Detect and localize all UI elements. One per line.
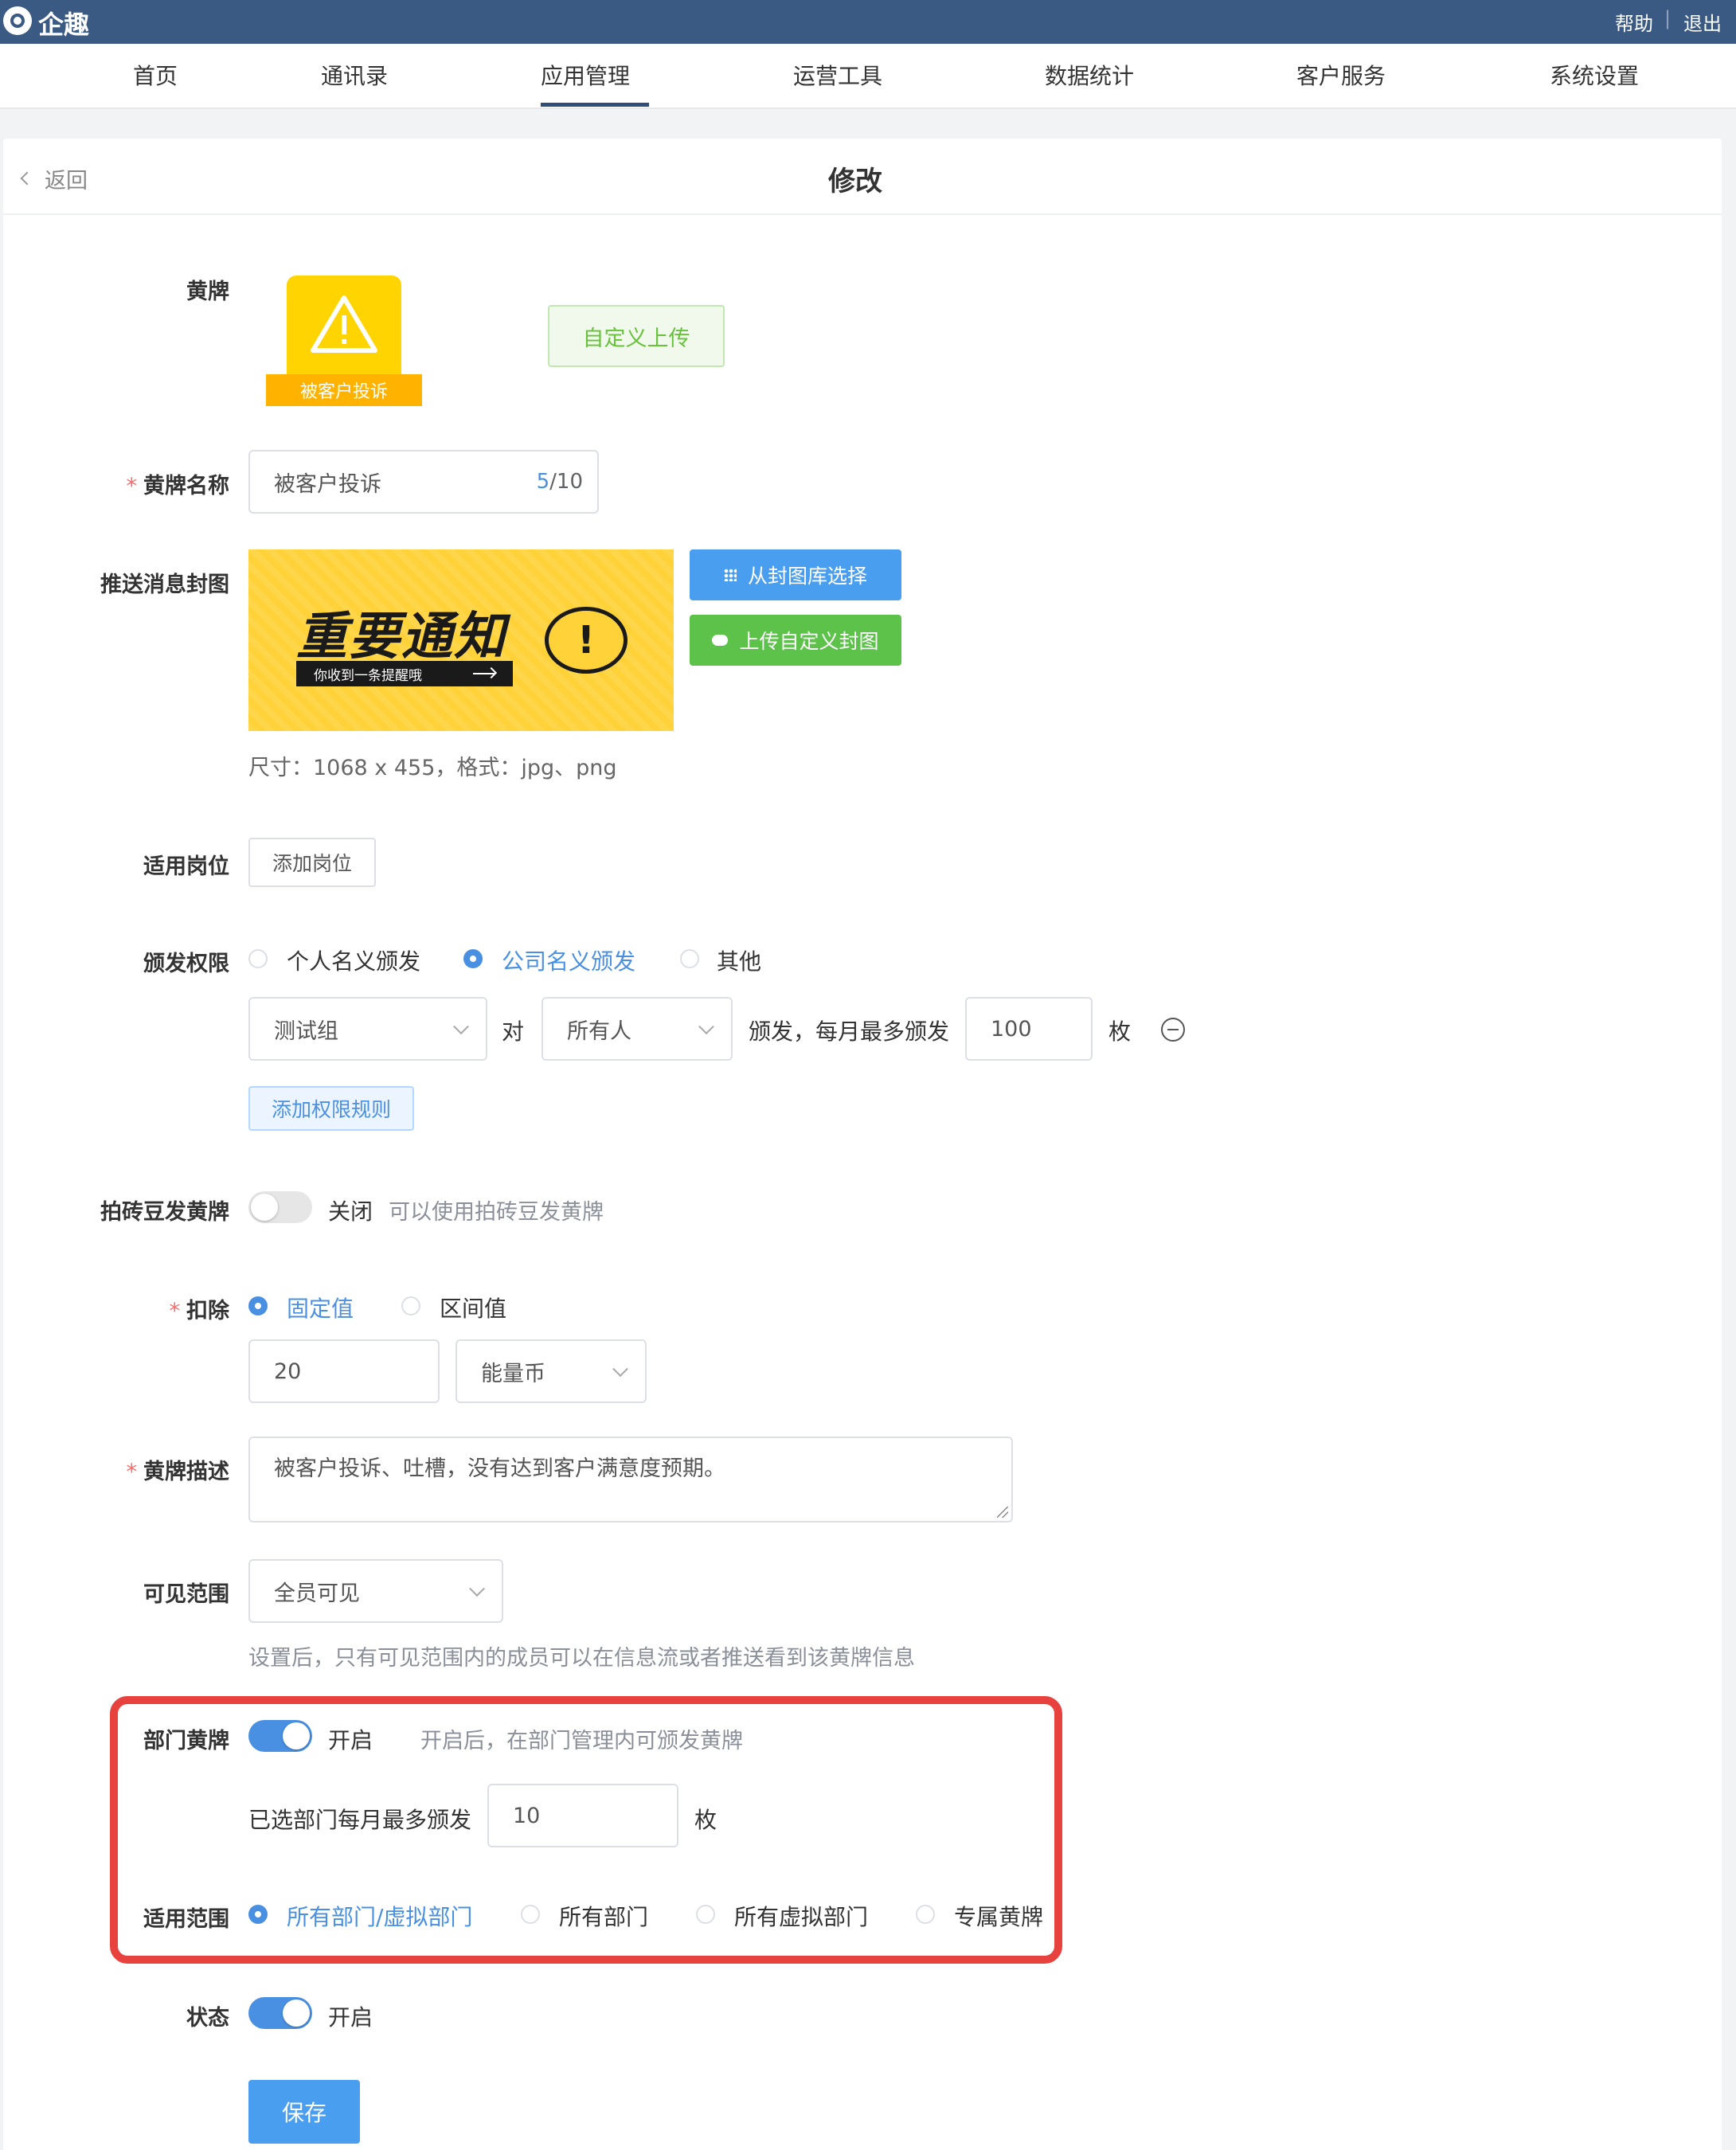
add-rule-button[interactable]: 添加权限规则 — [248, 1086, 414, 1131]
nav-app-management[interactable]: 应用管理 — [530, 44, 641, 109]
brick-hint: 可以使用拍砖豆发黄牌 — [389, 1200, 604, 1225]
custom-upload-button[interactable]: 自定义上传 — [548, 305, 725, 367]
help-link[interactable]: 帮助 — [1615, 8, 1653, 36]
status-state: 开启 — [328, 2004, 373, 2031]
permission-label: 颁发权限 — [143, 952, 229, 976]
radio-personal[interactable] — [248, 949, 268, 968]
cloud-upload-icon — [712, 635, 729, 646]
upload-cover-button[interactable]: 上传自定义封图 — [690, 615, 901, 666]
radio-scope-all-virtual[interactable] — [248, 1905, 268, 1924]
logo-icon — [3, 6, 32, 35]
logout-link[interactable]: 退出 — [1683, 8, 1722, 36]
name-label: * 黄牌名称 — [126, 474, 230, 498]
save-button[interactable]: 保存 — [248, 2080, 360, 2144]
grid-icon — [723, 569, 737, 581]
dept-monthly-label: 已选部门每月最多颁发 — [248, 1807, 472, 1833]
cover-image: 重要通知 你收到一条提醒哦 ! — [248, 549, 674, 731]
limit-input[interactable]: 100 — [965, 997, 1093, 1061]
badge-preview — [287, 276, 401, 390]
dept-state: 开启 — [328, 1727, 373, 1753]
desc-textarea[interactable]: 被客户投诉、吐槽，没有达到客户满意度预期。 — [248, 1437, 1013, 1523]
speech-bubble-icon: ! — [545, 607, 628, 674]
chevron-down-icon — [612, 1361, 628, 1378]
nav-contacts[interactable]: 通讯录 — [303, 44, 406, 109]
name-counter: 5/10 — [536, 470, 583, 494]
radio-fixed-label: 固定值 — [287, 1296, 354, 1322]
nav-customer-service[interactable]: 客户服务 — [1285, 44, 1397, 109]
nav-home[interactable]: 首页 — [104, 44, 207, 109]
warning-icon — [311, 295, 377, 353]
name-input[interactable]: 被客户投诉 5/10 — [248, 450, 599, 514]
name-value: 被客户投诉 — [274, 471, 381, 497]
back-label: 返回 — [45, 168, 88, 194]
radio-scope-all-virtual-label: 所有部门/虚拟部门 — [287, 1904, 473, 1930]
brick-state: 关闭 — [328, 1198, 373, 1225]
radio-scope-exclusive-label: 专属黄牌 — [954, 1904, 1044, 1930]
radio-other-label: 其他 — [717, 948, 762, 975]
group-select[interactable]: 测试组 — [248, 997, 487, 1061]
chevron-down-icon — [469, 1581, 485, 1597]
desc-label: * 黄牌描述 — [126, 1460, 230, 1484]
radio-personal-label: 个人名义颁发 — [287, 948, 421, 975]
radio-scope-virtual-label: 所有虚拟部门 — [734, 1904, 869, 1930]
visible-label: 可见范围 — [143, 1582, 229, 1607]
page-title: 修改 — [828, 166, 882, 197]
radio-scope-exclusive[interactable] — [916, 1905, 935, 1924]
radio-range-label: 区间值 — [440, 1296, 507, 1322]
monthly-text: 颁发，每月最多颁发 — [749, 1018, 950, 1045]
chevron-down-icon — [453, 1018, 469, 1035]
target-select[interactable]: 所有人 — [542, 997, 733, 1061]
status-toggle[interactable] — [248, 1997, 312, 2029]
radio-scope-virtual[interactable] — [696, 1905, 715, 1924]
scope-label: 适用范围 — [143, 1907, 229, 1932]
deduct-value-input[interactable]: 20 — [248, 1339, 440, 1403]
badge-label: 黄牌 — [186, 280, 229, 304]
dui-text: 对 — [502, 1018, 525, 1045]
radio-company[interactable] — [463, 949, 483, 968]
brick-toggle[interactable] — [248, 1191, 312, 1223]
nav-operation-tools[interactable]: 运营工具 — [782, 44, 893, 109]
top-bar: 企趣 帮助 | 退出 — [0, 0, 1736, 44]
cover-label: 推送消息封图 — [100, 573, 229, 597]
brick-label: 拍砖豆发黄牌 — [100, 1200, 229, 1225]
radio-other[interactable] — [680, 949, 699, 968]
header-divider — [3, 213, 1722, 215]
nav-system-settings[interactable]: 系统设置 — [1539, 44, 1650, 109]
radio-company-label: 公司名义颁发 — [502, 948, 636, 975]
dept-hint: 开启后，在部门管理内可颁发黄牌 — [420, 1729, 743, 1753]
back-button[interactable]: 返回 — [20, 162, 88, 194]
add-position-button[interactable]: 添加岗位 — [248, 838, 376, 887]
visible-hint: 设置后，只有可见范围内的成员可以在信息流或者推送看到该黄牌信息 — [248, 1646, 915, 1671]
dept-monthly-input[interactable]: 10 — [487, 1784, 678, 1847]
nav-statistics[interactable]: 数据统计 — [1034, 44, 1145, 109]
dept-label: 部门黄牌 — [143, 1729, 229, 1753]
main-nav: 首页 通讯录 应用管理 运营工具 数据统计 客户服务 系统设置 — [0, 44, 1736, 109]
badge-caption: 被客户投诉 — [266, 374, 422, 406]
radio-range[interactable] — [401, 1296, 420, 1315]
status-label: 状态 — [186, 2006, 229, 2031]
radio-scope-all-dept-label: 所有部门 — [559, 1904, 649, 1930]
separator: | — [1664, 7, 1671, 29]
choose-cover-button[interactable]: 从封图库选择 — [690, 549, 901, 600]
resize-handle-icon — [997, 1507, 1008, 1518]
radio-scope-all-dept[interactable] — [521, 1905, 540, 1924]
visible-select[interactable]: 全员可见 — [248, 1559, 503, 1623]
dept-unit: 枚 — [694, 1807, 717, 1833]
currency-select[interactable]: 能量币 — [456, 1339, 647, 1403]
cover-size-hint: 尺寸：1068 x 455，格式：jpg、png — [248, 756, 617, 780]
cover-headline: 重要通知 — [296, 608, 506, 666]
position-label: 适用岗位 — [143, 854, 229, 879]
dept-toggle[interactable] — [248, 1720, 312, 1752]
radio-fixed[interactable] — [248, 1296, 268, 1315]
remove-rule-icon[interactable] — [1161, 1018, 1185, 1042]
deduct-label: * 扣除 — [169, 1299, 230, 1323]
chevron-down-icon — [698, 1018, 714, 1035]
chevron-left-icon — [20, 171, 34, 186]
nav-active-indicator — [541, 103, 649, 107]
app-name: 企趣 — [38, 10, 90, 40]
cover-subline: 你收到一条提醒哦 — [296, 661, 513, 686]
limit-unit: 枚 — [1108, 1018, 1132, 1045]
